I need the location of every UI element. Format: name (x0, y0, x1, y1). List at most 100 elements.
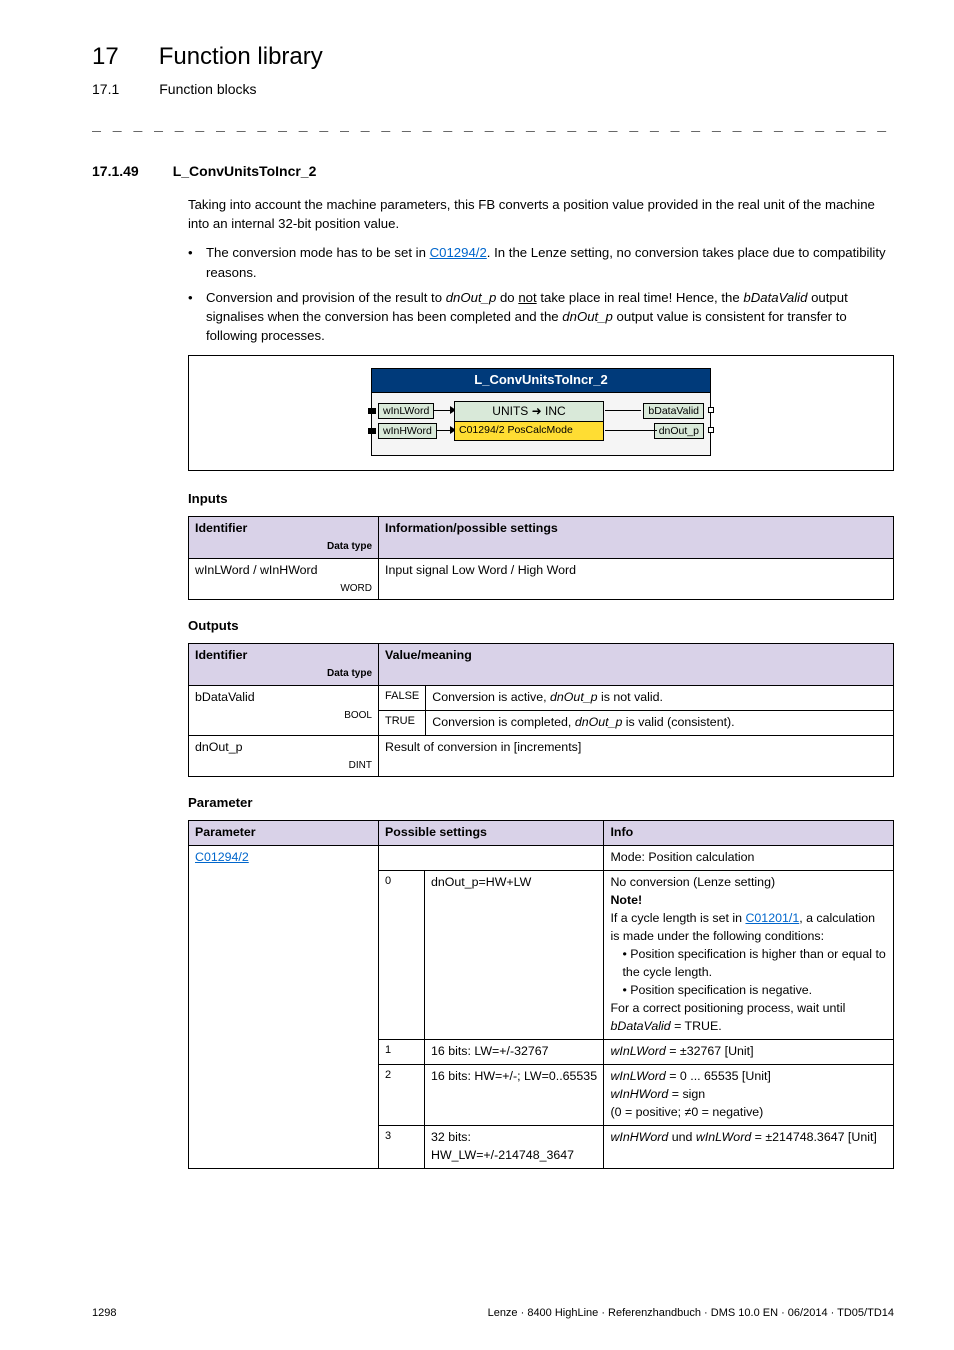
cell-info: wInHWord und wInLWord = ±214748.3647 [Un… (604, 1126, 894, 1169)
link-c01201-1[interactable]: C01201/1 (745, 911, 799, 925)
fb-body: wInLWord wInHWord UNITS ➜ INC C01294/2 P… (371, 392, 711, 456)
bullet-item: • The conversion mode has to be set in C… (188, 243, 894, 281)
bullet-dot: • (188, 288, 198, 345)
text: Conversion is active, (432, 690, 550, 704)
table-row: wInLWord / wInHWord WORD Input signal Lo… (189, 558, 894, 599)
cell-setting: dnOut_p=HW+LW (425, 871, 604, 1040)
text: = TRUE. (671, 1019, 722, 1033)
cell-datatype: DINT (195, 759, 372, 774)
cell-parameter: C01294/2 (189, 846, 379, 1169)
text: = 0 ... 65535 [Unit] (666, 1069, 771, 1083)
cell-text: dnOut_p (195, 740, 243, 754)
col-settings: Possible settings (379, 821, 604, 846)
th-label: Identifier (195, 648, 247, 662)
link-c01294-2[interactable]: C01294/2 (195, 850, 249, 864)
cell-num: 3 (379, 1126, 425, 1169)
connector-stub (708, 427, 714, 433)
cell-num: 0 (379, 871, 425, 1040)
subchapter-number: 17.1 (92, 79, 119, 99)
chapter-number: 17 (92, 40, 119, 75)
th-sublabel: Data type (195, 540, 372, 555)
bullet-list: • The conversion mode has to be set in C… (188, 243, 894, 345)
cell-value: FALSE (379, 685, 426, 710)
text: The conversion mode has to be set in (206, 245, 430, 260)
cell-num: 2 (379, 1065, 425, 1126)
inputs-table: Identifier Data type Information/possibl… (188, 516, 894, 600)
connector-stub (708, 407, 714, 413)
cell-empty (379, 846, 604, 871)
sub-bullet: • Position specification is negative. (622, 982, 887, 1000)
fb-title: L_ConvUnitsToIncr_2 (371, 368, 711, 392)
text-italic: dnOut_p (550, 690, 598, 704)
sub-bullet: • Position specification is higher than … (622, 946, 887, 982)
divider: _ _ _ _ _ _ _ _ _ _ _ _ _ _ _ _ _ _ _ _ … (92, 113, 894, 135)
parameter-heading: Parameter (188, 793, 894, 812)
cell-info: wInLWord = ±32767 [Unit] (604, 1040, 894, 1065)
col-value: Value/meaning (379, 644, 894, 685)
th-sublabel: Data type (195, 667, 372, 682)
cell-info: wInLWord = 0 ... 65535 [Unit] wInHWord =… (604, 1065, 894, 1126)
col-parameter: Parameter (189, 821, 379, 846)
sub-bullets: • Position specification is higher than … (610, 946, 887, 1000)
chapter-title: Function library (159, 40, 323, 75)
port-winlword: wInLWord (378, 403, 434, 419)
text-underline: not (518, 290, 536, 305)
text: do (496, 290, 518, 305)
cell-text: bDataValid (195, 690, 255, 704)
cell-text: wInLWord / wInHWord (195, 563, 318, 577)
outputs-heading: Outputs (188, 616, 894, 635)
cell-info: No conversion (Lenze setting) Note! If a… (604, 871, 894, 1040)
text-italic: dnOut_p (575, 715, 623, 729)
text: is not valid. (598, 690, 663, 704)
cell-datatype: WORD (195, 582, 372, 597)
text-bold: Note! (610, 893, 642, 907)
fb-inner-label: UNITS ➜ INC (455, 402, 603, 421)
cell-info: Input signal Low Word / High Word (379, 558, 894, 599)
subchapter-title: Function blocks (159, 79, 256, 99)
text: is valid (consistent). (622, 715, 734, 729)
cell-setting: 16 bits: LW=+/-32767 (425, 1040, 604, 1065)
port-bdatavalid: bDataValid (643, 403, 704, 419)
text: = ±214748.3647 [Unit] (751, 1130, 877, 1144)
th-label: Identifier (195, 521, 247, 535)
label-text: PosCalcMode (505, 424, 573, 436)
cell-info: Mode: Position calculation (604, 846, 894, 871)
connector-stub (368, 408, 376, 414)
cell-meaning: Conversion is completed, dnOut_p is vali… (426, 710, 894, 735)
text: = sign (668, 1087, 705, 1101)
connector-line (605, 430, 657, 431)
bullet-item: • Conversion and provision of the result… (188, 288, 894, 345)
cell-setting: 16 bits: HW=+/-; LW=0..65535 (425, 1065, 604, 1126)
text: If a cycle length is set in (610, 911, 745, 925)
cell-identifier: dnOut_p DINT (189, 735, 379, 776)
function-block-diagram: L_ConvUnitsToIncr_2 wInLWord wInHWord UN… (188, 355, 894, 471)
connector-stub (368, 428, 376, 434)
intro-paragraph: Taking into account the machine paramete… (188, 195, 894, 233)
page-footer: 1298 Lenze · 8400 HighLine · Referenzhan… (92, 1306, 894, 1322)
table-row: dnOut_p DINT Result of conversion in [in… (189, 735, 894, 776)
inputs-heading: Inputs (188, 489, 894, 508)
text: = ±32767 [Unit] (666, 1044, 754, 1058)
col-identifier: Identifier Data type (189, 517, 379, 558)
page-number: 1298 (92, 1306, 116, 1322)
connector-line (605, 410, 641, 411)
text-italic: bDataValid (743, 290, 807, 305)
footer-meta: Lenze · 8400 HighLine · Referenzhandbuch… (488, 1306, 894, 1322)
link-c01294-2[interactable]: C01294/2 (430, 245, 487, 260)
bullet-text: Conversion and provision of the result t… (206, 288, 894, 345)
cell-value: TRUE (379, 710, 426, 735)
outputs-table: Identifier Data type Value/meaning bData… (188, 643, 894, 777)
table-row: C01294/2 Mode: Position calculation (189, 846, 894, 871)
parameter-table: Parameter Possible settings Info C01294/… (188, 820, 894, 1169)
section-title: L_ConvUnitsToIncr_2 (173, 161, 317, 181)
table-row: bDataValid BOOL FALSE Conversion is acti… (189, 685, 894, 710)
text: Conversion and provision of the result t… (206, 290, 446, 305)
text-italic: wInLWord (610, 1044, 665, 1058)
text-italic: bDataValid (610, 1019, 670, 1033)
port-dnout-p: dnOut_p (654, 423, 704, 439)
section-heading: 17.1.49 L_ConvUnitsToIncr_2 (92, 161, 894, 181)
section-number: 17.1.49 (92, 161, 139, 181)
col-info: Information/possible settings (379, 517, 894, 558)
fb-inner-box: UNITS ➜ INC C01294/2 PosCalcMode (454, 401, 604, 441)
code-text: C01294/2 (459, 424, 505, 436)
